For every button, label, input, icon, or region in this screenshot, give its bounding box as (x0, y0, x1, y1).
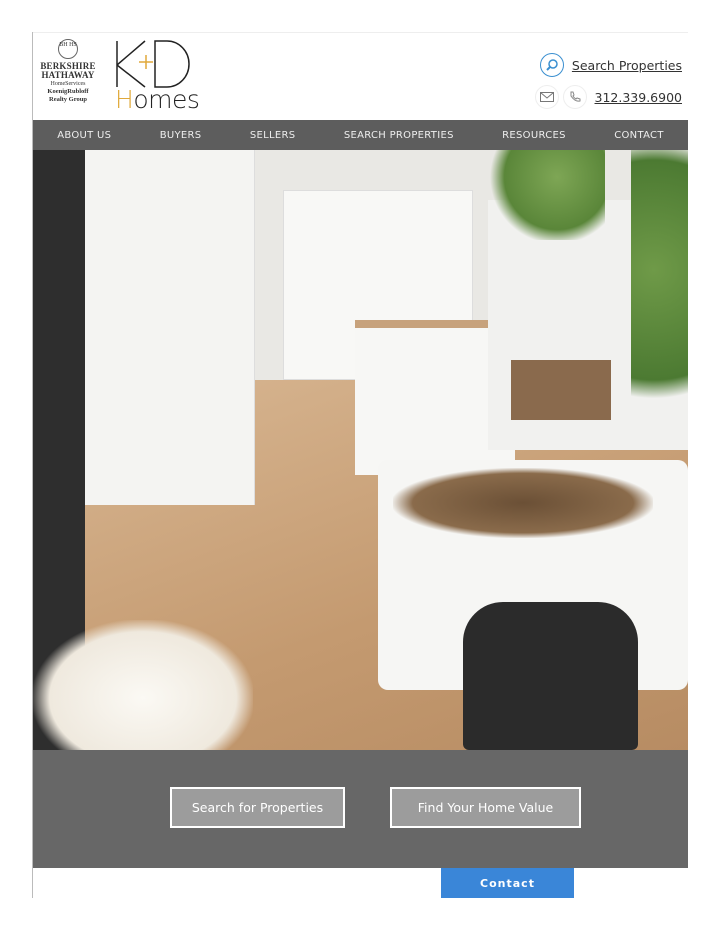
contact-button[interactable]: Contact (441, 868, 574, 898)
bhhs-seal: BH HS (58, 39, 78, 59)
nav-buyers[interactable]: BUYERS (160, 130, 202, 141)
phone-icon[interactable] (562, 85, 587, 109)
mail-icon[interactable] (534, 85, 559, 109)
search-properties-link[interactable]: Search Properties (572, 58, 682, 73)
brokerage-logo[interactable]: BH HS BERKSHIRE HATHAWAY HomeServices Ko… (35, 37, 101, 104)
nav-contact[interactable]: CONTACT (614, 130, 664, 141)
cta-band: Search for Properties Find Your Home Val… (33, 750, 688, 868)
main-nav: ABOUT US BUYERS SELLERS SEARCH PROPERTIE… (33, 120, 688, 150)
phone-link[interactable]: 312.339.6900 (595, 90, 682, 105)
logo-text: HomeServices (50, 81, 86, 87)
nav-sellers[interactable]: SELLERS (250, 130, 296, 141)
search-for-properties-button[interactable]: Search for Properties (170, 787, 345, 828)
page: BH HS BERKSHIRE HATHAWAY HomeServices Ko… (32, 32, 688, 898)
nav-about-us[interactable]: ABOUT US (57, 130, 111, 141)
search-icon[interactable] (539, 53, 564, 77)
nav-resources[interactable]: RESOURCES (502, 130, 566, 141)
kd-homes-wordmark: Homes (115, 85, 200, 114)
nav-search-properties[interactable]: SEARCH PROPERTIES (344, 130, 454, 141)
logo-text: Realty Group (49, 96, 87, 103)
logo-text: KoenigRubloff (47, 88, 89, 95)
logo-text: HATHAWAY (41, 70, 95, 80)
hero-image (33, 150, 688, 750)
find-home-value-button[interactable]: Find Your Home Value (390, 787, 581, 828)
site-header: BH HS BERKSHIRE HATHAWAY HomeServices Ko… (33, 32, 688, 120)
